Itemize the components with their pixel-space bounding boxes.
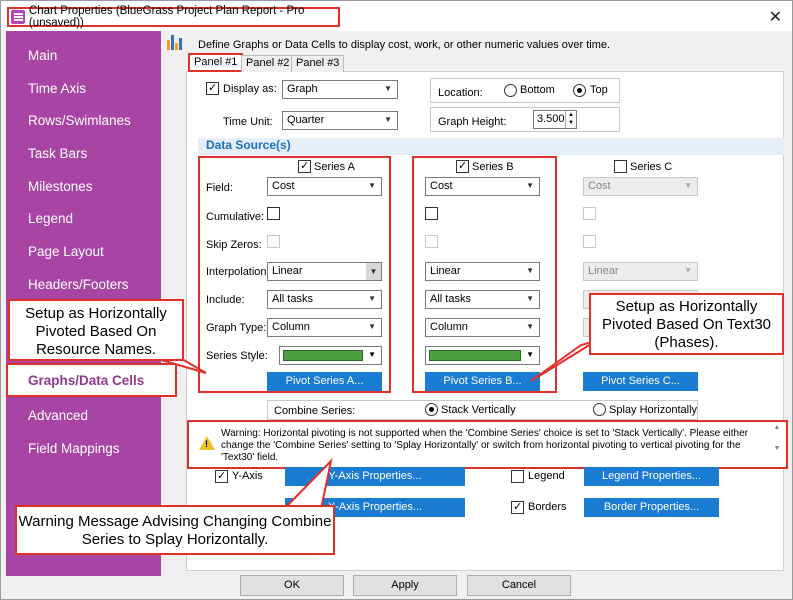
right-callout: Setup as Horizontally Pivoted Based On T… [589,293,784,355]
right-callout-arrow [530,340,597,382]
bottom-callout: Warning Message Advising Changing Combin… [15,505,335,555]
bottom-callout-arrow [284,457,333,511]
chart-properties-window: Chart Properties (BlueGrass Project Plan… [0,0,793,600]
apply-button[interactable]: Apply [353,575,457,596]
left-callout: Setup as Horizontally Pivoted Based On R… [8,299,184,361]
cancel-button[interactable]: Cancel [467,575,571,596]
ok-button[interactable]: OK [240,575,344,596]
